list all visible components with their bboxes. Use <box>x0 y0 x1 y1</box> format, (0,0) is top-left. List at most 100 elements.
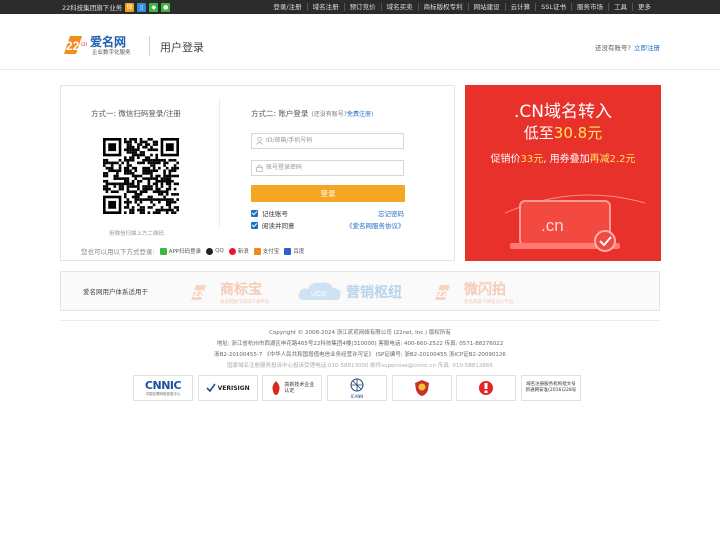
login-qq[interactable]: QQ <box>206 247 224 255</box>
phone-icon[interactable]: ▯ <box>137 2 147 12</box>
baidu-icon <box>284 247 292 255</box>
cloud-icon: UCD <box>298 282 341 301</box>
flash-auction-sub: 爱名网旗下域名竞价平台 <box>464 300 514 305</box>
group-text: 22科技集团旗下业务 <box>62 4 123 12</box>
password-placeholder: 账号登录密码 <box>266 164 303 171</box>
login-button[interactable]: 登录 <box>251 185 405 202</box>
logo-subtitle: 企业数字化服务 <box>92 50 131 56</box>
footer-report: 国家域名注册服务投诉中心投诉受理电话:010-58813000 邮件superv… <box>227 363 493 369</box>
svg-text:22: 22 <box>193 289 205 300</box>
police-badge[interactable] <box>391 375 452 401</box>
qr-caption: 用微信扫描上方二维码 <box>109 231 165 237</box>
suite-label: 爱名网用户体系适用于 <box>83 288 148 296</box>
weibo-icon[interactable]: 微 <box>125 2 135 12</box>
agree-label: 阅读并同意 <box>262 222 295 230</box>
topnav-more[interactable]: 更多 <box>632 3 656 11</box>
topnav-domain-trade[interactable]: 域名买卖 <box>380 3 418 11</box>
qr-code-icon[interactable] <box>103 138 179 214</box>
trust-badges: CNNIC 中国互联网络信息中心 VERISIGN 高新技术企业认定 ICANN… <box>133 375 581 403</box>
cnnic-badge[interactable]: CNNIC 中国互联网络信息中心 <box>133 375 193 401</box>
topnav-market[interactable]: 服务市场 <box>571 3 608 11</box>
topnav-tools[interactable]: 工具 <box>608 3 632 11</box>
page-title: 用户登录 <box>160 41 204 54</box>
wechat-icon[interactable]: ● <box>161 2 171 12</box>
banner-cn-tag: .cn <box>541 216 564 235</box>
login-alipay[interactable]: 支付宝 <box>253 247 279 255</box>
free-register-link[interactable]: 免费注册 <box>347 111 371 118</box>
svg-text:22: 22 <box>66 39 80 53</box>
registrar-text: 域名注册服务机构批文号 新通网安准(2016)228号 <box>525 382 577 393</box>
password-input[interactable]: 账号登录密码 <box>251 160 404 176</box>
topnav-login[interactable]: 登录/注册 <box>268 3 306 11</box>
id-input[interactable]: ID/邮箱/手机号码 <box>251 133 404 149</box>
lock-icon <box>256 164 263 172</box>
topnav-cloud[interactable]: 云计算 <box>504 3 536 11</box>
flash-auction-logo-icon: 22 <box>435 285 450 300</box>
trust-badge[interactable] <box>456 375 517 401</box>
banner-promo-price: 33元 <box>520 154 544 165</box>
agreement-link[interactable]: 《爱名网服务协议》 <box>346 220 405 230</box>
verisign-text: VERISIGN <box>217 384 250 392</box>
user-icon <box>256 137 263 145</box>
product-marketing-hub[interactable]: UCD 营销枢纽 <box>297 279 402 305</box>
topnav-domain-register[interactable]: 域名注册 <box>306 3 344 11</box>
verisign-badge[interactable]: VERISIGN <box>197 375 258 401</box>
id-placeholder: ID/邮箱/手机号码 <box>266 137 313 144</box>
banner-promo-pre: 促销价 <box>490 154 521 165</box>
app-scan-icon <box>159 247 167 255</box>
promo-banner[interactable]: .CN域名转入 低至30.8元 促销价33元, 用券叠加再减2.2元 .cn <box>465 85 661 261</box>
top-nav: 登录/注册 域名注册 预订竞价 域名买卖 商标版权专利 网站建设 云计算 SSL… <box>268 0 656 14</box>
banner-title: .CN域名转入 <box>514 102 612 122</box>
login-sina[interactable]: 新浪 <box>228 247 249 255</box>
header: 22 cn 爱名网 企业数字化服务 用户登录 还没有账号? 立即注册 <box>0 14 720 70</box>
icann-globe-icon <box>350 378 364 391</box>
banner-promo-discount: 再减2.2元 <box>589 154 636 165</box>
hightech-badge[interactable]: 高新技术企业认定 <box>262 375 323 401</box>
banner-price: 低至30.8元 <box>465 122 661 143</box>
account-login-label: 方式二: 账户登录 <box>251 109 309 118</box>
banner-promo-mid: , 用券叠加 <box>543 154 590 165</box>
forgot-password-link[interactable]: 忘记密码 <box>378 208 404 218</box>
no-account-text: 还没有账号? <box>595 44 631 52</box>
login-sina-label: 新浪 <box>237 249 249 255</box>
qq-icon <box>206 247 214 255</box>
app-icon[interactable]: ◆ <box>149 2 159 12</box>
remember-checkbox[interactable] <box>251 209 258 217</box>
verisign-check-icon <box>206 383 216 393</box>
register-link[interactable]: 立即注册 <box>634 44 660 52</box>
registrar-badge[interactable]: 域名注册服务机构批文号 新通网安准(2016)228号 <box>520 375 581 401</box>
site-logo[interactable]: 22 cn 爱名网 企业数字化服务 <box>62 32 142 58</box>
header-divider <box>149 36 150 56</box>
login-panel: 方式一: 微信扫码登录/注册 用微信扫描上方二维码 方式二: 账户登录 (还没有账… <box>60 85 455 261</box>
hightech-flame-icon <box>272 381 280 395</box>
trademark-name: 商标宝 <box>220 282 262 298</box>
footer-copyright: Copyright © 2008-2024 浙江贰贰网络有限公司 (22net,… <box>269 330 451 336</box>
agree-checkbox[interactable] <box>251 221 258 229</box>
account-login-title: 方式二: 账户登录 (还没有账号?免费注册) <box>251 108 373 119</box>
svg-text:cn: cn <box>81 42 87 48</box>
login-divider <box>219 98 220 228</box>
remember-label: 记住账号 <box>262 210 288 218</box>
topnav-ip[interactable]: 商标版权专利 <box>417 3 468 11</box>
topnav-website[interactable]: 网站建设 <box>467 3 505 11</box>
login-app[interactable]: APP扫码登录 <box>159 247 201 255</box>
agree-row: 阅读并同意 <box>251 220 295 230</box>
svg-text:UCD: UCD <box>311 291 326 298</box>
product-flash-auction[interactable]: 22 微闪拍 爱名网旗下域名竞价平台 <box>433 279 514 305</box>
alipay-icon <box>253 247 261 255</box>
svg-text:22: 22 <box>437 289 449 300</box>
topnav-bidding[interactable]: 预订竞价 <box>343 3 381 11</box>
login-qq-label: QQ <box>215 248 224 254</box>
topnav-ssl[interactable]: SSL证书 <box>535 3 571 11</box>
product-suite-bar: 爱名网用户体系适用于 22 商标宝 爱名网旗下知识产权平台 UCD 营销枢纽 2… <box>60 271 660 311</box>
login-baidu[interactable]: 百度 <box>284 247 304 255</box>
footer-divider <box>60 320 660 321</box>
banner-price-value: 30.8元 <box>553 124 603 142</box>
other-login-row: 您也可以用以下方式登录: APP扫码登录 QQ 新浪 支付宝 百度 <box>81 246 304 256</box>
cn-laptop-icon: .cn <box>505 194 645 252</box>
footer-licenses[interactable]: 浙B2-20100455-7 《中华人民共和国增值电信业务经营许可证》 ISP证… <box>0 350 720 358</box>
wechat-login-title: 方式一: 微信扫码登录/注册 <box>91 109 181 118</box>
icann-badge[interactable]: ICANN <box>326 375 387 401</box>
product-trademark[interactable]: 22 商标宝 爱名网旗下知识产权平台 <box>189 279 270 305</box>
banner-price-pre: 低至 <box>523 124 554 142</box>
